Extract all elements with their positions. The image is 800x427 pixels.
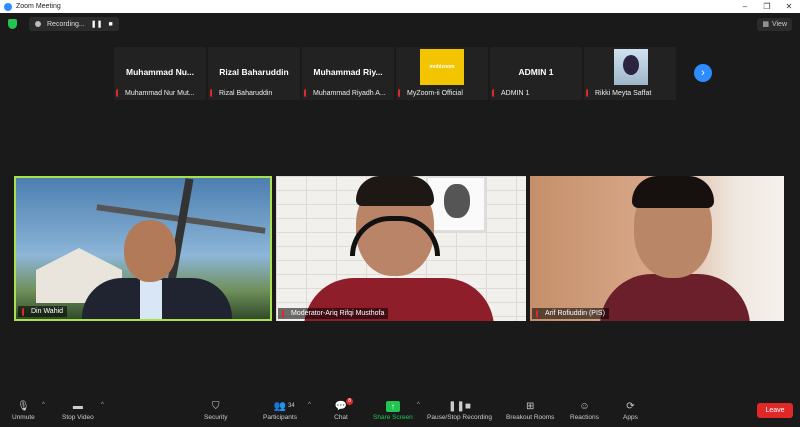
reactions-button[interactable]: ☺ Reactions: [570, 394, 599, 427]
video-tile[interactable]: Moderator-Ariq Rifqi Musthofa: [276, 176, 526, 321]
meeting-topbar: Recording... ❚❚ ■ ▦ View: [0, 13, 800, 35]
recording-label: Recording...: [47, 20, 85, 28]
window-titlebar: Zoom Meeting – ❐ ✕: [0, 0, 800, 13]
chat-bubble-icon: 💬 8: [334, 397, 353, 412]
recording-dot-icon: [35, 21, 41, 27]
security-button[interactable]: ⛉ Security: [204, 394, 227, 427]
participants-button[interactable]: 👥 34 Participants: [263, 394, 297, 427]
video-participant-name: Arif Rofiuddin (PIS): [545, 310, 605, 317]
chat-button[interactable]: 💬 8 Chat: [334, 394, 353, 427]
microphone-muted-icon: 🎙: [17, 400, 30, 412]
participant-thumbnail[interactable]: Rikki Meyta Saffat: [584, 47, 676, 100]
video-options-caret[interactable]: ^: [101, 402, 104, 408]
leave-button[interactable]: Leave: [757, 403, 793, 418]
next-page-button[interactable]: ›: [694, 64, 712, 82]
pause-recording-button[interactable]: ❚❚: [91, 20, 103, 28]
video-tile[interactable]: Arif Rofiuddin (PIS): [530, 176, 784, 321]
participants-count: 34: [287, 402, 295, 409]
participant-video: [600, 274, 750, 321]
chat-unread-badge: 8: [346, 397, 353, 405]
video-namebar: Din Wahid: [18, 306, 68, 317]
participant-profile-photo: [614, 49, 648, 85]
participant-name: MyZoom-ii Official: [407, 89, 463, 97]
mic-muted-icon: [398, 89, 404, 97]
video-namebar: Arif Rofiuddin (PIS): [532, 308, 609, 319]
mic-muted-icon: [492, 89, 498, 97]
breakout-rooms-button[interactable]: ⊞ Breakout Rooms: [506, 394, 554, 427]
participant-display-name: Rizal Baharuddin: [219, 67, 289, 77]
meeting-toolbar: 🎙 Unmute ^ ▬ Stop Video ^ ⛉ Security 👥 34…: [0, 394, 800, 427]
stop-video-button[interactable]: ▬ Stop Video: [62, 394, 94, 427]
participant-thumbnail[interactable]: mobizoom MyZoom-ii Official: [396, 47, 488, 100]
share-screen-button[interactable]: ↑ Share Screen: [373, 394, 413, 427]
participant-video: [82, 220, 232, 319]
mobizoom-logo: mobizoom: [420, 49, 464, 85]
participant-name: ADMIN 1: [501, 89, 530, 97]
maximize-button[interactable]: ❐: [756, 2, 778, 11]
video-namebar: Moderator-Ariq Rifqi Musthofa: [278, 308, 389, 319]
participant-display-name: ADMIN 1: [518, 67, 554, 77]
participants-icon: 👥 34: [273, 400, 295, 412]
participant-name: Rikki Meyta Saffat: [595, 89, 652, 97]
mic-muted-icon: [116, 89, 122, 97]
zoom-logo-icon: [4, 2, 12, 11]
participants-options-caret[interactable]: ^: [308, 402, 311, 408]
participant-name: Muhammad Nur Mut...: [125, 89, 195, 97]
video-participant-name: Din Wahid: [31, 308, 64, 315]
apps-button[interactable]: ⟳ Apps: [623, 394, 638, 427]
participant-thumbnail[interactable]: Muhammad Riy... Muhammad Riyadh A...: [302, 47, 394, 100]
recording-indicator: Recording... ❚❚ ■: [29, 17, 119, 31]
participant-thumbnail[interactable]: Muhammad Nu... Muhammad Nur Mut...: [114, 47, 206, 100]
participant-display-name: Muhammad Nu...: [125, 67, 194, 77]
mic-muted-icon: [536, 309, 542, 318]
pause-stop-recording-button[interactable]: ❚❚■ Pause/Stop Recording: [427, 394, 492, 427]
mic-muted-icon: [304, 89, 310, 97]
encryption-shield-icon[interactable]: [8, 19, 17, 29]
window-title: Zoom Meeting: [16, 3, 61, 10]
apps-icon: ⟳: [626, 400, 635, 412]
view-label: View: [771, 20, 787, 28]
video-participant-name: Moderator-Ariq Rifqi Musthofa: [291, 310, 385, 317]
mic-muted-icon: [22, 307, 28, 316]
unmute-button[interactable]: 🎙 Unmute: [12, 394, 35, 427]
breakout-rooms-icon: ⊞: [526, 400, 535, 412]
share-screen-icon: ↑: [385, 400, 400, 412]
video-tile-active-speaker[interactable]: Din Wahid: [14, 176, 272, 321]
pause-stop-icon: ❚❚■: [448, 400, 471, 412]
participant-thumbnail[interactable]: ADMIN 1 ADMIN 1: [490, 47, 582, 100]
reactions-icon: ☺: [579, 400, 590, 412]
minimize-button[interactable]: –: [734, 2, 756, 11]
audio-options-caret[interactable]: ^: [42, 402, 45, 408]
stop-recording-button[interactable]: ■: [108, 21, 112, 28]
shield-icon: ⛉: [211, 400, 220, 412]
participant-thumbnail-strip: Muhammad Nu... Muhammad Nur Mut... Rizal…: [114, 47, 676, 100]
mic-muted-icon: [210, 89, 216, 97]
mic-muted-icon: [586, 89, 592, 97]
participant-thumbnail[interactable]: Rizal Baharuddin Rizal Baharuddin: [208, 47, 300, 100]
grid-icon: ▦: [762, 21, 769, 28]
video-camera-icon: ▬: [72, 400, 83, 412]
view-button[interactable]: ▦ View: [757, 17, 792, 31]
participant-name: Rizal Baharuddin: [219, 89, 273, 97]
share-options-caret[interactable]: ^: [417, 402, 420, 408]
participant-name: Muhammad Riyadh A...: [313, 89, 386, 97]
mic-muted-icon: [282, 309, 288, 318]
background-portrait-frame: [426, 176, 486, 232]
participant-display-name: Muhammad Riy...: [313, 67, 383, 77]
close-button[interactable]: ✕: [778, 2, 800, 11]
